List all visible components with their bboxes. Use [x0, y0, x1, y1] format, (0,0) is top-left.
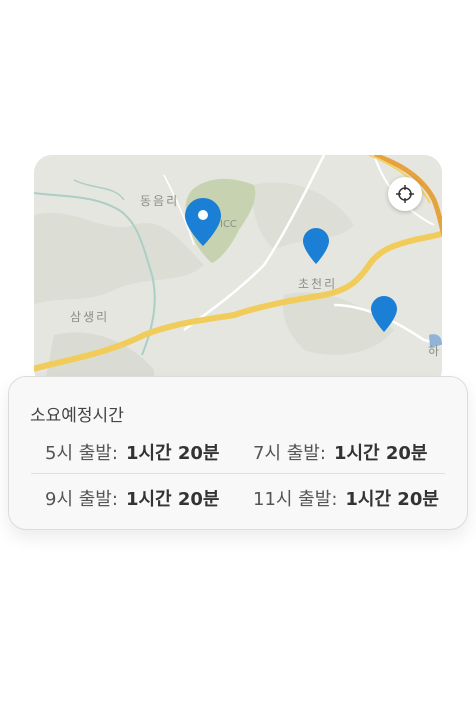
map-label-icc: ICC: [220, 219, 237, 230]
time-entry: 9시 출발: 1시간 20분: [45, 485, 219, 511]
my-location-button[interactable]: [388, 177, 422, 211]
separator: :: [111, 489, 118, 510]
map-background: [34, 155, 442, 387]
time-entry: 7시 출발: 1시간 20분: [253, 439, 427, 465]
crosshair-icon: [396, 185, 414, 203]
map-label-ha: 하: [428, 344, 442, 358]
card-title: 소요예정시간: [30, 406, 124, 426]
row-divider: [31, 473, 445, 474]
time-entry: 5시 출발: 1시간 20분: [45, 439, 219, 465]
map-marker-icon[interactable]: [371, 296, 397, 332]
separator: :: [331, 489, 338, 510]
separator: :: [319, 443, 326, 464]
duration: 1시간 20분: [333, 443, 428, 464]
departure-time: 11시 출발: [253, 489, 332, 510]
map-view[interactable]: 동음리 ICC 초천리 삼생리 하: [34, 155, 442, 387]
departure-time: 7시 출발: [253, 443, 320, 464]
map-label-chocheon: 초천리: [298, 277, 338, 291]
time-entry: 11시 출발: 1시간 20분: [253, 485, 439, 511]
duration: 1시간 20분: [125, 489, 220, 510]
departure-time: 9시 출발: [45, 489, 112, 510]
duration: 1시간 20분: [345, 489, 439, 510]
map-marker-icon[interactable]: [303, 228, 329, 264]
departure-time: 5시 출발: [45, 443, 112, 464]
map-label-dongeum: 동음리: [140, 194, 180, 208]
time-row: 5시 출발: 1시간 20분 7시 출발: 1시간 20분: [31, 439, 445, 467]
map-label-samsaeng: 삼생리: [70, 310, 110, 324]
time-row: 9시 출발: 1시간 20분 11시 출발: 1시간 20분: [31, 485, 445, 513]
travel-time-card: 소요예정시간 5시 출발: 1시간 20분 7시 출발: 1시간 20분 9시 출발…: [8, 376, 468, 530]
duration: 1시간 20분: [125, 443, 220, 464]
separator: :: [111, 443, 118, 464]
selected-map-marker-icon[interactable]: [185, 198, 221, 246]
